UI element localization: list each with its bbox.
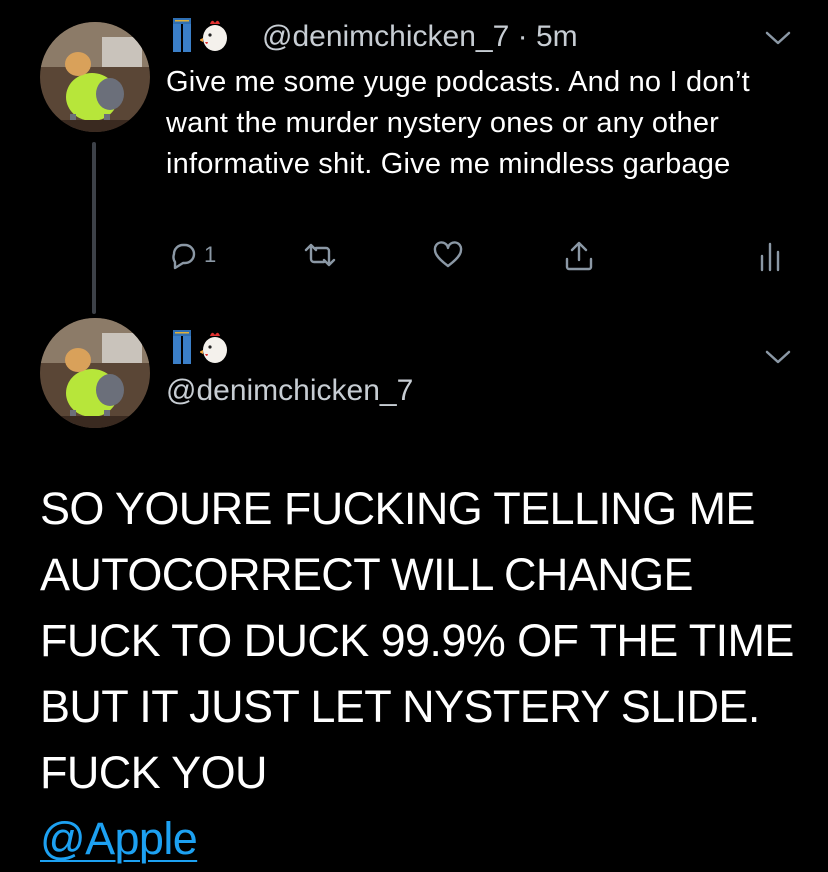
like-button[interactable] bbox=[432, 240, 464, 270]
jeans-emoji bbox=[173, 18, 191, 52]
reply-count: 1 bbox=[204, 242, 217, 267]
share-icon bbox=[565, 241, 593, 271]
tweet-actions: 1 bbox=[166, 240, 806, 280]
jeans-emoji bbox=[173, 330, 191, 364]
chicken-emoji bbox=[200, 20, 227, 51]
chevron-down-icon[interactable] bbox=[764, 30, 792, 46]
display-name-emojis bbox=[172, 330, 230, 364]
chicken-emoji bbox=[200, 332, 227, 363]
display-name-emojis bbox=[172, 18, 230, 52]
chevron-down-icon[interactable] bbox=[764, 349, 792, 365]
share-button[interactable] bbox=[564, 240, 594, 272]
tweet-handle-time[interactable]: @denimchicken_7 · 5m bbox=[262, 20, 578, 54]
mention-link[interactable]: @Apple bbox=[40, 806, 820, 872]
reply-button[interactable]: 1 bbox=[168, 240, 216, 270]
analytics-button[interactable] bbox=[758, 240, 782, 272]
reply-icon bbox=[172, 243, 196, 270]
tweet-handle[interactable]: @denimchicken_7 bbox=[166, 374, 413, 408]
avatar[interactable] bbox=[40, 22, 150, 132]
tweet-body: SO YOURE FUCKING TELLING ME AUTOCORRECT … bbox=[40, 476, 820, 872]
tweet-text: Give me some yuge podcasts. And no I don… bbox=[166, 66, 750, 180]
thread-line bbox=[92, 142, 96, 314]
tweet-time[interactable]: 5m bbox=[536, 20, 578, 53]
like-icon bbox=[433, 241, 463, 268]
time-separator: · bbox=[509, 20, 536, 53]
avatar[interactable] bbox=[40, 318, 150, 428]
retweet-icon bbox=[304, 243, 336, 267]
analytics-icon bbox=[760, 242, 780, 272]
retweet-button[interactable] bbox=[302, 240, 338, 270]
tweet-body-text: SO YOURE FUCKING TELLING ME AUTOCORRECT … bbox=[40, 483, 794, 798]
tweet-handle[interactable]: @denimchicken_7 bbox=[262, 20, 509, 53]
